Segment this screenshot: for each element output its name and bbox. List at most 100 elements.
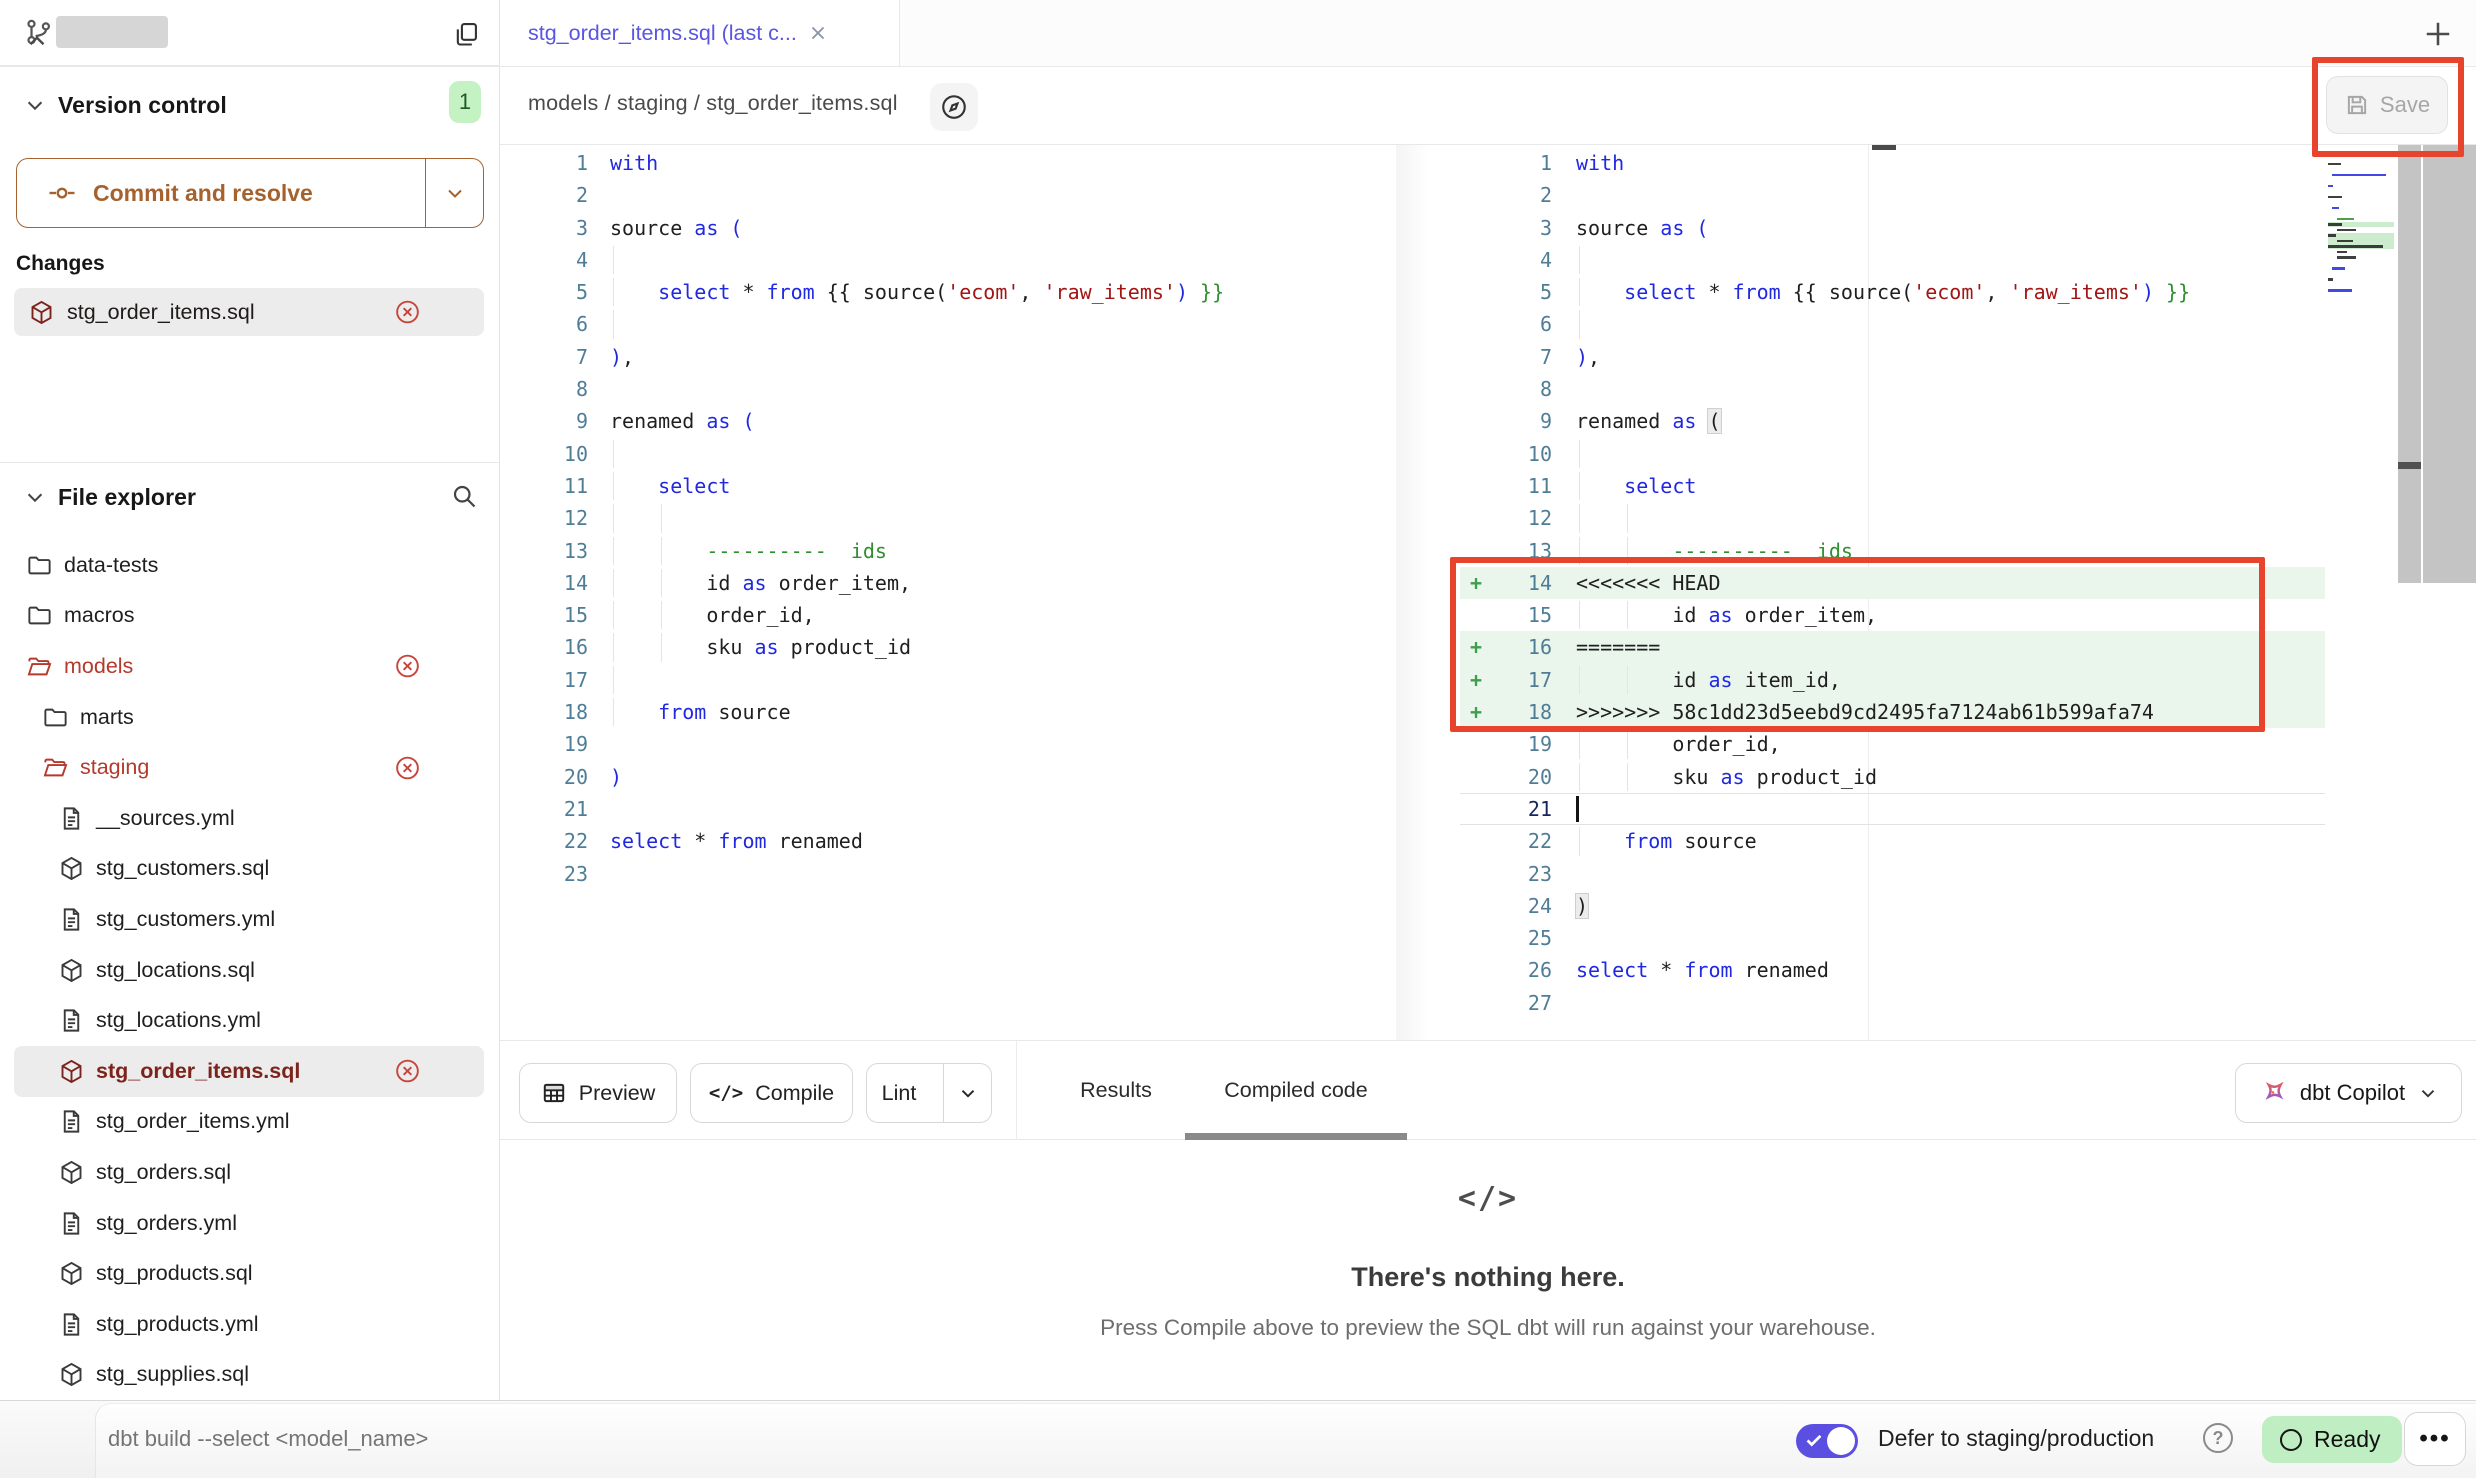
file-row-stg-locations-sql[interactable]: stg_locations.sql	[14, 945, 484, 996]
file-row-models[interactable]: models	[14, 641, 484, 692]
file-row-marts[interactable]: marts	[14, 692, 484, 743]
code-line[interactable]: 19 order_id,	[1460, 728, 2325, 760]
file-row-stg-customers-yml[interactable]: stg_customers.yml	[14, 894, 484, 945]
code-pane-modified[interactable]: 1with23source as (45 select * from {{ so…	[1460, 147, 2325, 1019]
discard-change-icon[interactable]	[394, 299, 421, 326]
code-line[interactable]: 7),	[500, 341, 1368, 373]
expand-panel-icon[interactable]	[24, 28, 50, 54]
file-row-stg-products-sql[interactable]: stg_products.sql	[14, 1248, 484, 1299]
code-pane-original[interactable]: 1with23source as (45 select * from {{ so…	[500, 147, 1368, 890]
code-line[interactable]: 27	[1460, 987, 2325, 1019]
tab-stg-order-items[interactable]: stg_order_items.sql (last c...	[500, 0, 900, 66]
save-button[interactable]: Save	[2326, 76, 2448, 134]
code-line[interactable]: 20 sku as product_id	[1460, 761, 2325, 793]
code-line[interactable]: 8	[1460, 373, 2325, 405]
code-line[interactable]: 1with	[1460, 147, 2325, 179]
discard-change-icon[interactable]	[394, 653, 421, 680]
code-line[interactable]: +16=======	[1460, 631, 2325, 663]
preview-button[interactable]: Preview	[519, 1063, 677, 1123]
code-line[interactable]: 15 id as order_item,	[1460, 599, 2325, 631]
dbt-copilot-button[interactable]: dbt Copilot	[2235, 1063, 2462, 1123]
editor-scrollbar[interactable]	[2423, 145, 2476, 583]
code-line[interactable]: 2	[1460, 179, 2325, 211]
code-line[interactable]: 12	[1460, 502, 2325, 534]
code-line[interactable]: 7),	[1460, 341, 2325, 373]
diff-overview-ruler[interactable]	[2398, 145, 2421, 583]
file-row-stg-orders-yml[interactable]: stg_orders.yml	[14, 1198, 484, 1249]
code-line[interactable]: 13 ---------- ids	[1460, 535, 2325, 567]
code-line[interactable]: 23	[1460, 858, 2325, 890]
code-line[interactable]: 25	[1460, 922, 2325, 954]
code-line[interactable]: 6	[1460, 308, 2325, 340]
file-row-stg-order-items-sql[interactable]: stg_order_items.sql	[14, 1046, 484, 1097]
lineage-compass-icon[interactable]	[930, 83, 978, 131]
code-line[interactable]: 19	[500, 728, 1368, 760]
code-line[interactable]: +17 id as item_id,	[1460, 664, 2325, 696]
code-line[interactable]: 20)	[500, 761, 1368, 793]
branch-name-placeholder[interactable]	[56, 16, 168, 48]
file-row--sources-yml[interactable]: __sources.yml	[14, 793, 484, 844]
file-row-stg-order-items-yml[interactable]: stg_order_items.yml	[14, 1097, 484, 1148]
new-tab-icon[interactable]	[2420, 16, 2456, 52]
code-line[interactable]: +14<<<<<<< HEAD	[1460, 567, 2325, 599]
discard-change-icon[interactable]	[394, 754, 421, 781]
code-line[interactable]: 9renamed as (	[500, 405, 1368, 437]
code-line[interactable]: 18 from source	[500, 696, 1368, 728]
commit-and-resolve-button[interactable]: Commit and resolve	[16, 158, 484, 228]
discard-change-icon[interactable]	[394, 1058, 421, 1085]
code-line[interactable]: 21	[1460, 793, 2325, 825]
copy-icon[interactable]	[452, 20, 480, 48]
lint-dropdown[interactable]	[943, 1064, 991, 1122]
code-line[interactable]: 11 select	[500, 470, 1368, 502]
code-line[interactable]: 12	[500, 502, 1368, 534]
code-line[interactable]: 22 from source	[1460, 825, 2325, 857]
file-row-stg-supplies-sql[interactable]: stg_supplies.sql	[14, 1350, 484, 1401]
defer-toggle[interactable]	[1796, 1424, 1858, 1458]
file-row-stg-products-yml[interactable]: stg_products.yml	[14, 1299, 484, 1350]
minimap[interactable]	[2328, 150, 2394, 299]
compile-button[interactable]: </> Compile	[690, 1063, 853, 1123]
code-line[interactable]: 9renamed as (	[1460, 405, 2325, 437]
code-line[interactable]: 3source as (	[500, 212, 1368, 244]
search-icon[interactable]	[450, 482, 478, 510]
code-line[interactable]: 5 select * from {{ source('ecom', 'raw_i…	[1460, 276, 2325, 308]
code-line[interactable]: 6	[500, 308, 1368, 340]
tab-compiled-code[interactable]: Compiled code	[1185, 1041, 1407, 1140]
command-input[interactable]: dbt build --select <model_name>	[108, 1426, 428, 1452]
code-line[interactable]: 14 id as order_item,	[500, 567, 1368, 599]
changed-file-row[interactable]: stg_order_items.sql	[14, 288, 484, 336]
code-line[interactable]: 17	[500, 664, 1368, 696]
code-line[interactable]: 4	[1460, 244, 2325, 276]
code-line[interactable]: 8	[500, 373, 1368, 405]
code-line[interactable]: 22select * from renamed	[500, 825, 1368, 857]
lint-button[interactable]: Lint	[866, 1063, 992, 1123]
code-line[interactable]: 24)	[1460, 890, 2325, 922]
code-line[interactable]: 21	[500, 793, 1368, 825]
file-row-stg-orders-sql[interactable]: stg_orders.sql	[14, 1147, 484, 1198]
file-row-macros[interactable]: macros	[14, 591, 484, 642]
version-control-header[interactable]: Version control 1	[0, 84, 499, 126]
code-line[interactable]: 26select * from renamed	[1460, 954, 2325, 986]
code-line[interactable]: 3source as (	[1460, 212, 2325, 244]
code-line[interactable]: +18>>>>>>> 58c1dd23d5eebd9cd2495fa7124ab…	[1460, 696, 2325, 728]
code-line[interactable]: 10	[1460, 438, 2325, 470]
file-row-stg-customers-sql[interactable]: stg_customers.sql	[14, 844, 484, 895]
file-row-stg-locations-yml[interactable]: stg_locations.yml	[14, 995, 484, 1046]
close-icon[interactable]	[807, 22, 829, 44]
file-row-data-tests[interactable]: data-tests	[14, 540, 484, 591]
code-line[interactable]: 23	[500, 858, 1368, 890]
code-line[interactable]: 5 select * from {{ source('ecom', 'raw_i…	[500, 276, 1368, 308]
commit-options-dropdown[interactable]	[425, 159, 483, 227]
code-line[interactable]: 10	[500, 438, 1368, 470]
file-explorer-header[interactable]: File explorer	[0, 476, 499, 518]
code-line[interactable]: 15 order_id,	[500, 599, 1368, 631]
code-line[interactable]: 2	[500, 179, 1368, 211]
code-line[interactable]: 4	[500, 244, 1368, 276]
help-icon[interactable]: ?	[2203, 1423, 2233, 1453]
tab-results[interactable]: Results	[1060, 1041, 1172, 1140]
file-row-staging[interactable]: staging	[14, 742, 484, 793]
code-line[interactable]: 1with	[500, 147, 1368, 179]
code-line[interactable]: 16 sku as product_id	[500, 631, 1368, 663]
code-line[interactable]: 13 ---------- ids	[500, 535, 1368, 567]
code-line[interactable]: 11 select	[1460, 470, 2325, 502]
